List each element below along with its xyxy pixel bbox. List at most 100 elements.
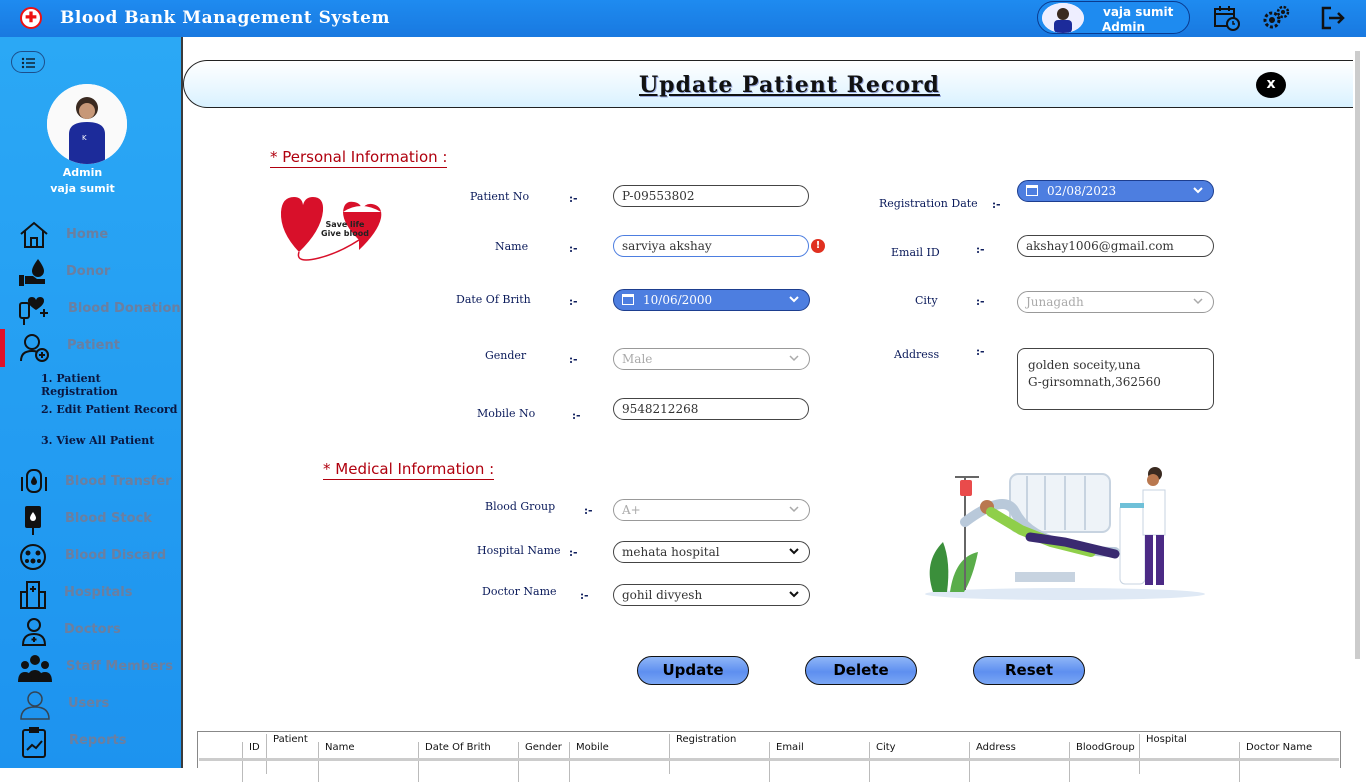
users-icon <box>18 689 50 720</box>
column-header[interactable]: Patient <box>266 734 318 774</box>
email-field[interactable]: akshay1006@gmail.com <box>1017 235 1214 257</box>
sidebar-item-label: Staff Members <box>66 659 173 674</box>
patient-no-field[interactable]: P-09553802 <box>613 185 809 207</box>
sidebar-item-doctors[interactable]: Doctors <box>0 613 181 647</box>
sidebar-item-label: Blood Donation <box>68 301 181 316</box>
doctor-select[interactable]: gohil divyesh <box>613 584 810 606</box>
user-name: vaja sumit <box>1103 5 1174 19</box>
sidebar-item-blood-stock[interactable]: Blood Stock <box>0 502 181 536</box>
city-select[interactable]: Junagadh <box>1017 291 1214 313</box>
subnav-view-all-patient[interactable]: 3. View All Patient <box>41 434 154 447</box>
blood-group-select[interactable]: A+ <box>613 499 810 521</box>
dob-value: 10/06/2000 <box>643 293 713 307</box>
chevron-down-icon <box>1193 187 1203 194</box>
title-bar: ✚ Blood Bank Management System vaja sumi… <box>0 0 1366 37</box>
hospital-value: mehata hospital <box>622 545 720 559</box>
column-header[interactable]: Hospital <box>1139 734 1239 774</box>
page-title: Update Patient Record <box>639 72 940 98</box>
address-textarea[interactable]: golden soceity,una G-girsomnath,362560 <box>1017 348 1214 410</box>
doctor-value: gohil divyesh <box>622 588 703 602</box>
column-header[interactable]: BloodGroup <box>1069 742 1139 782</box>
gender-select[interactable]: Male <box>613 348 810 370</box>
menu-toggle-icon[interactable] <box>11 51 45 73</box>
column-header[interactable]: Date Of Brith <box>418 742 518 782</box>
horizontal-scrollbar[interactable] <box>199 758 1339 761</box>
separator: :- <box>569 546 578 559</box>
svg-text:K: K <box>82 134 87 142</box>
email-label: Email ID <box>891 246 940 259</box>
save-life-logo: Save life Give blood <box>279 192 397 262</box>
hospital-name-label: Hospital Name <box>477 544 561 557</box>
calendar-clock-icon[interactable] <box>1213 5 1241 31</box>
hospital-select[interactable]: mehata hospital <box>613 541 810 563</box>
sidebar-item-label: Blood Transfer <box>65 474 172 489</box>
delete-button[interactable]: Delete <box>805 656 917 685</box>
sidebar-item-label: Blood Stock <box>65 511 152 526</box>
gender-label: Gender <box>485 349 527 362</box>
column-header[interactable]: Address <box>969 742 1069 782</box>
registration-date-label: Registration Date <box>879 197 978 210</box>
vertical-scrollbar[interactable] <box>1355 51 1360 659</box>
column-header[interactable]: Gender <box>518 742 569 782</box>
sidebar: K Admin vaja sumit Home Donor Blood Dona… <box>0 37 181 768</box>
sidebar-item-blood-discard[interactable]: Blood Discard <box>0 539 181 573</box>
chevron-down-icon <box>789 506 799 513</box>
close-button[interactable]: x <box>1256 72 1286 98</box>
subnav-edit-patient-record[interactable]: 2. Edit Patient Record <box>41 403 177 416</box>
sidebar-item-label: Blood Discard <box>65 548 167 563</box>
blood-group-value: A+ <box>622 503 641 517</box>
sidebar-item-label: Patient <box>67 338 120 353</box>
medical-information-heading: * Medical Information : <box>323 460 495 480</box>
separator: :- <box>976 295 985 308</box>
chevron-down-icon <box>1193 298 1203 305</box>
user-role: Admin <box>1102 20 1146 34</box>
dob-date-picker[interactable]: 10/06/2000 <box>613 289 810 311</box>
sidebar-item-label: Users <box>68 696 110 711</box>
chevron-down-icon <box>789 591 799 598</box>
staff-group-icon <box>18 652 52 682</box>
sidebar-item-patient[interactable]: Patient <box>0 329 181 367</box>
separator: :- <box>584 504 593 517</box>
sidebar-item-blood-transfer[interactable]: Blood Transfer <box>0 465 181 499</box>
subnav-patient-registration[interactable]: 1. Patient Registration <box>41 372 181 398</box>
sidebar-item-reports[interactable]: Reports <box>0 724 181 758</box>
column-header[interactable]: Name <box>318 742 418 782</box>
profile-name: vaja sumit <box>50 182 115 195</box>
update-button[interactable]: Update <box>637 656 749 685</box>
sidebar-item-donor[interactable]: Donor <box>0 255 181 289</box>
user-profile-pill[interactable]: vaja sumit Admin <box>1037 1 1190 34</box>
column-header[interactable]: Doctor Name <box>1239 742 1339 782</box>
reset-button[interactable]: Reset <box>973 656 1085 685</box>
home-icon <box>18 220 50 250</box>
address-line-2: G-girsomnath,362560 <box>1028 375 1161 389</box>
reports-clipboard-icon <box>18 726 50 758</box>
column-header[interactable]: ID <box>242 742 266 782</box>
sidebar-item-staff-members[interactable]: Staff Members <box>0 650 181 684</box>
sidebar-item-blood-donation[interactable]: Blood Donation <box>0 292 181 326</box>
column-header[interactable]: City <box>869 742 969 782</box>
name-field[interactable]: sarviya akshay <box>613 235 809 257</box>
active-indicator <box>0 329 5 367</box>
registration-date-value: 02/08/2023 <box>1047 184 1117 198</box>
column-header[interactable]: Email <box>769 742 869 782</box>
settings-gears-icon[interactable] <box>1262 5 1290 31</box>
profile-role: Admin <box>62 166 103 179</box>
sidebar-item-home[interactable]: Home <box>0 218 181 252</box>
chevron-down-icon <box>789 548 799 555</box>
registration-date-picker[interactable]: 02/08/2023 <box>1017 180 1214 202</box>
profile-avatar: K <box>47 84 127 164</box>
blood-transfer-icon <box>18 467 50 497</box>
personal-information-heading: * Personal Information : <box>270 148 448 168</box>
logout-icon[interactable] <box>1319 5 1347 31</box>
doctor-icon <box>18 615 50 646</box>
column-header[interactable]: Mobile <box>569 742 669 782</box>
patient-icon <box>18 331 50 362</box>
patient-data-grid[interactable]: ID Patient Name Date Of Brith Gender Mob… <box>197 731 1341 782</box>
column-header[interactable]: Registration <box>669 734 769 774</box>
mobile-field[interactable]: 9548212268 <box>613 398 809 420</box>
address-line-1: golden soceity,una <box>1028 358 1141 372</box>
main-panel: Update Patient Record x * Personal Infor… <box>181 37 1366 782</box>
sidebar-item-hospitals[interactable]: Hospitals <box>0 576 181 610</box>
sidebar-item-users[interactable]: Users <box>0 687 181 721</box>
separator: :- <box>976 345 985 358</box>
